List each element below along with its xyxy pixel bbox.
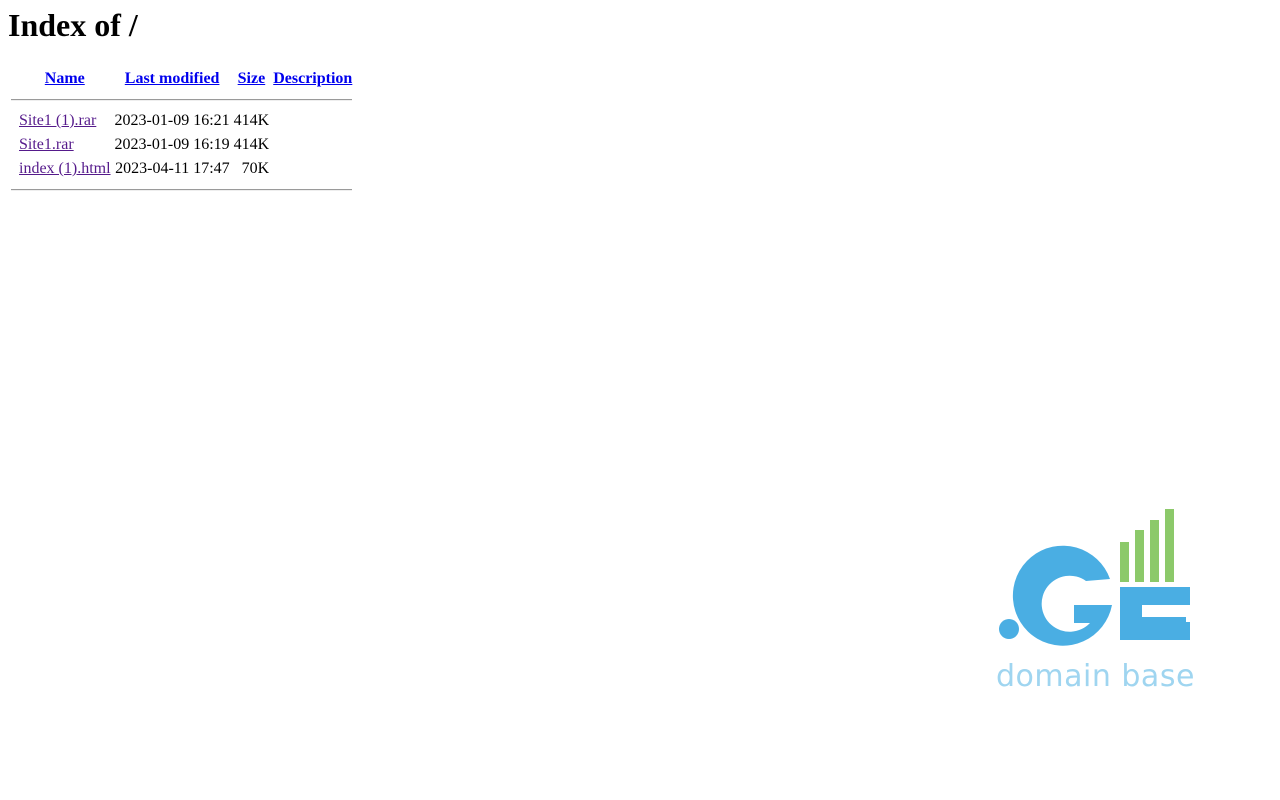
header-divider-row <box>10 92 353 108</box>
name-column-header: Name <box>18 68 112 90</box>
size-cell: 414K <box>233 112 270 129</box>
file-link[interactable]: index (1).html <box>19 160 111 177</box>
size-cell: 414K <box>233 136 270 153</box>
sort-by-last-modified-link[interactable]: Last modified <box>125 70 220 87</box>
last-modified-column-header: Last modified <box>114 68 231 90</box>
file-link[interactable]: Site1 (1).rar <box>19 112 96 129</box>
file-name-cell: index (1).html <box>18 158 112 180</box>
description-cell <box>272 134 353 156</box>
description-column-header: Description <box>272 68 353 90</box>
table-row: Site1 (1).rar 2023-01-09 16:21 414K <box>10 110 353 132</box>
table-row: Site1.rar 2023-01-09 16:19 414K <box>10 134 353 156</box>
size-column-header: Size <box>233 68 271 90</box>
sort-by-description-link[interactable]: Description <box>273 70 352 87</box>
header-divider <box>11 99 353 101</box>
last-modified-cell: 2023-01-09 16:21 <box>114 112 230 129</box>
sort-by-name-link[interactable]: Name <box>45 70 85 87</box>
signal-bar-icon <box>1120 542 1129 582</box>
file-name-cell: Site1 (1).rar <box>18 110 112 132</box>
file-link[interactable]: Site1.rar <box>19 136 74 153</box>
file-icon <box>10 134 16 156</box>
table-header-row: Name Last modified Size Description <box>10 68 353 90</box>
signal-bar-icon <box>1135 530 1144 582</box>
page-title: Index of / <box>8 7 138 43</box>
logo-text: domain base <box>996 659 1195 694</box>
footer-divider-row <box>10 182 353 198</box>
size-cell: 70K <box>241 160 270 177</box>
file-icon <box>10 110 16 132</box>
footer-divider <box>11 189 353 191</box>
signal-bar-icon <box>1150 520 1159 582</box>
logo-g-icon <box>1012 545 1112 646</box>
sort-by-size-link[interactable]: Size <box>238 70 266 87</box>
table-row: index (1).html 2023-04-11 17:47 70K <box>10 158 353 180</box>
logo-dot-icon <box>999 619 1019 639</box>
description-cell <box>272 110 353 132</box>
last-modified-cell: 2023-04-11 17:47 <box>115 160 230 177</box>
file-listing-table: Name Last modified Size Description Site… <box>8 66 355 200</box>
last-modified-cell: 2023-01-09 16:19 <box>114 136 230 153</box>
file-name-cell: Site1.rar <box>18 134 112 156</box>
description-cell <box>272 158 353 180</box>
file-icon <box>10 158 16 180</box>
logo-e-icon <box>1120 587 1190 640</box>
icon-column-header <box>10 68 16 90</box>
signal-bar-icon <box>1165 509 1174 582</box>
